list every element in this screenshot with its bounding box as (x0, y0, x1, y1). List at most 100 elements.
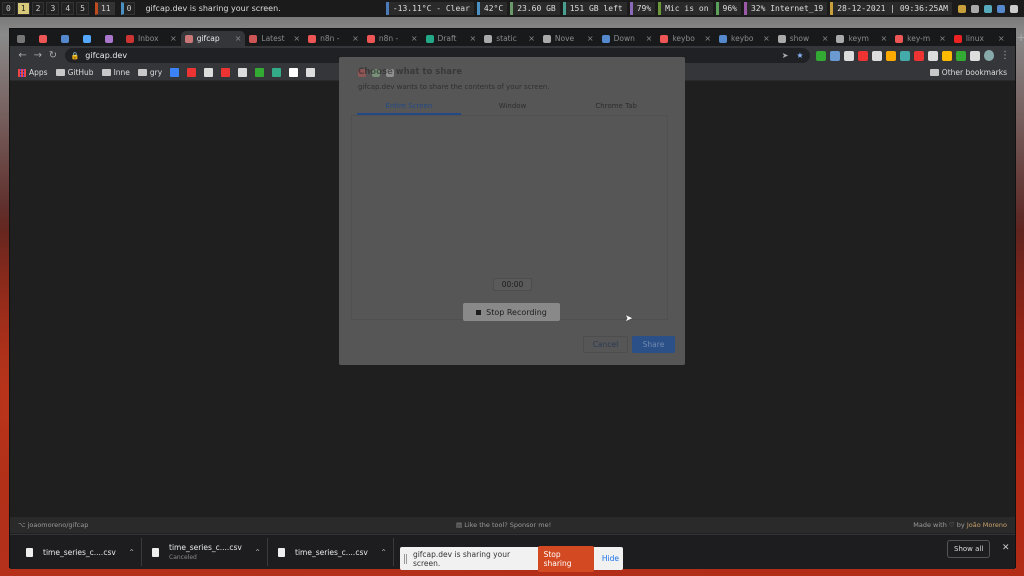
sponsor-link[interactable]: ▤ Like the tool? Sponsor me! (456, 521, 551, 529)
download-item[interactable]: time_series_c....csv ⌃ (272, 538, 394, 566)
browser-tab[interactable]: Latest × (245, 31, 304, 46)
menu-kebab-icon[interactable]: ⋮ (1000, 50, 1010, 61)
tab-close-icon[interactable]: × (352, 34, 359, 43)
tab-window[interactable]: Window (461, 100, 565, 115)
hide-button[interactable]: Hide (602, 554, 619, 563)
bookmark-icon[interactable] (187, 68, 197, 77)
stop-sharing-button[interactable]: Stop sharing (537, 545, 594, 572)
tab-close-icon[interactable]: × (235, 34, 242, 43)
chevron-up-icon[interactable]: ⌃ (380, 548, 387, 557)
tab-pinned[interactable] (100, 31, 122, 46)
bookmark-folder-inne[interactable]: Inne (101, 68, 130, 77)
share-button[interactable]: Share (632, 336, 675, 353)
tab-pinned[interactable] (34, 31, 56, 46)
cancel-button[interactable]: Cancel (583, 336, 628, 353)
tab-close-icon[interactable]: × (646, 34, 653, 43)
tray-icon[interactable] (958, 4, 966, 13)
avatar[interactable] (983, 50, 994, 61)
bookmark-icon[interactable] (238, 68, 248, 77)
browser-tab[interactable]: keym × (832, 31, 891, 46)
workspace-2[interactable]: 2 (31, 2, 45, 15)
extension-icon[interactable] (857, 50, 868, 61)
bookmark-icon[interactable] (204, 68, 214, 77)
tray-icon[interactable] (984, 4, 992, 13)
extension-icon[interactable] (899, 50, 910, 61)
chevron-up-icon[interactable]: ⌃ (128, 548, 135, 557)
extension-icon[interactable] (871, 50, 882, 61)
lock-icon[interactable]: 🔒 (71, 52, 80, 60)
workspace-extra[interactable]: 0 (120, 2, 136, 15)
send-tab-icon[interactable]: ➤ (782, 51, 789, 60)
browser-tab[interactable]: gifcap × (180, 31, 246, 46)
github-link[interactable]: ⌥ joaomoreno/gifcap (18, 521, 88, 529)
browser-tab[interactable]: Inbox × (122, 31, 181, 46)
workspace-extra[interactable]: 11 (94, 2, 115, 15)
browser-tab[interactable]: keybo × (715, 31, 774, 46)
workspace-5[interactable]: 5 (76, 2, 89, 15)
close-icon[interactable]: ✕ (1002, 543, 1010, 553)
tab-pinned[interactable] (56, 31, 78, 46)
bookmark-icon[interactable] (289, 68, 299, 77)
bookmark-icon[interactable] (306, 68, 316, 77)
extension-icon[interactable] (927, 50, 938, 61)
tab-close-icon[interactable]: × (998, 34, 1005, 43)
tab-close-icon[interactable]: × (939, 34, 946, 43)
browser-tab[interactable]: n8n - × (363, 31, 422, 46)
bookmark-apps[interactable]: Apps (18, 68, 48, 77)
tab-close-icon[interactable]: × (822, 34, 829, 43)
bookmark-icon[interactable] (272, 68, 282, 77)
workspace-4[interactable]: 4 (61, 2, 75, 15)
back-icon[interactable]: ← (15, 50, 30, 61)
other-bookmarks[interactable]: Other bookmarks (929, 68, 1007, 77)
tab-pinned[interactable] (12, 31, 34, 46)
tab-close-icon[interactable]: × (587, 34, 594, 43)
tab-close-icon[interactable]: × (880, 34, 887, 43)
browser-tab[interactable]: Nove × (539, 31, 598, 46)
workspace-1[interactable]: 1 (16, 2, 30, 15)
browser-tab[interactable]: key-m × (891, 31, 950, 46)
download-item[interactable]: time_series_c....csv Canceled ⌃ (146, 538, 268, 566)
tab-chrome-tab[interactable]: Chrome Tab (564, 100, 668, 115)
extension-icon[interactable] (941, 50, 952, 61)
browser-tab[interactable]: linux × (950, 31, 1009, 46)
bookmark-icon[interactable] (221, 68, 231, 77)
extension-icon[interactable] (829, 50, 840, 61)
drag-handle-icon[interactable] (404, 553, 407, 564)
extension-icon[interactable] (955, 50, 966, 61)
tab-pinned[interactable] (78, 31, 100, 46)
bookmark-folder-github[interactable]: GitHub (55, 68, 94, 77)
bookmark-star-icon[interactable]: ★ (796, 51, 803, 60)
tray-icon[interactable] (971, 4, 979, 13)
extension-icon[interactable] (843, 50, 854, 61)
browser-tab[interactable]: Down × (598, 31, 657, 46)
tab-close-icon[interactable]: × (411, 34, 418, 43)
workspace-0[interactable]: 0 (2, 2, 15, 15)
extension-icon[interactable] (969, 50, 980, 61)
new-tab-icon[interactable]: + (1017, 31, 1024, 46)
show-all-button[interactable]: Show all (947, 540, 991, 558)
browser-tab[interactable]: show × (774, 31, 833, 46)
forward-icon[interactable]: → (30, 50, 45, 61)
tab-entire-screen[interactable]: Entire Screen (357, 100, 461, 115)
tab-close-icon[interactable]: × (528, 34, 535, 43)
browser-tab[interactable]: n8n - × (304, 31, 363, 46)
tab-close-icon[interactable]: × (704, 34, 711, 43)
bookmark-icon[interactable] (170, 68, 180, 77)
author-link[interactable]: João Moreno (967, 521, 1007, 529)
tray-icon[interactable] (1010, 4, 1018, 13)
bookmark-icon[interactable] (255, 68, 265, 77)
extension-icon[interactable] (913, 50, 924, 61)
browser-tab[interactable]: Draft × (422, 31, 481, 46)
reload-icon[interactable]: ↻ (45, 50, 60, 61)
tab-close-icon[interactable]: × (470, 34, 477, 43)
bookmark-folder-gry[interactable]: gry (137, 68, 162, 77)
tab-close-icon[interactable]: × (293, 34, 300, 43)
tray-icon[interactable] (997, 4, 1005, 13)
browser-tab[interactable]: static × (480, 31, 539, 46)
tab-close-icon[interactable]: × (170, 34, 177, 43)
extension-icon[interactable] (815, 50, 826, 61)
download-item[interactable]: time_series_c....csv ⌃ (20, 538, 142, 566)
chevron-up-icon[interactable]: ⌃ (254, 548, 261, 557)
browser-tab[interactable]: keybo × (656, 31, 715, 46)
extension-icon[interactable] (885, 50, 896, 61)
